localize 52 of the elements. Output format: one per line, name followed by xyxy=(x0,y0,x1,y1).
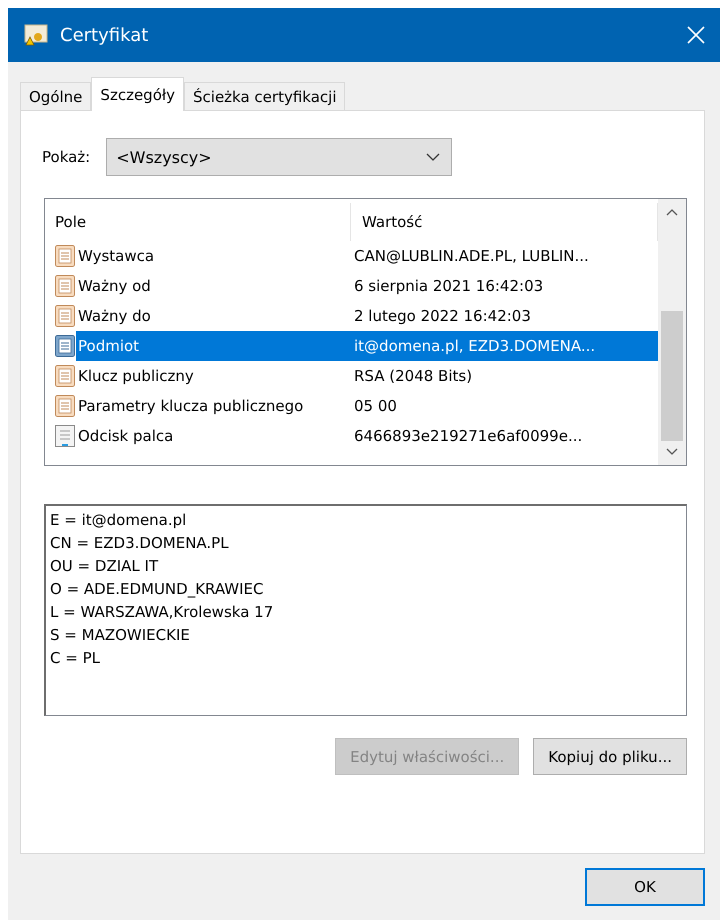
detail-line: L = WARSZAWA,Krolewska 17 xyxy=(50,602,274,623)
chevron-down-icon xyxy=(425,152,442,162)
list-row[interactable]: Odcisk palca 6466893e219271e6af0099e... xyxy=(76,421,658,451)
show-dropdown[interactable]: <Wszyscy> xyxy=(106,138,452,176)
document-list-icon xyxy=(54,424,76,448)
tab[interactable]: Ścieżka certyfikacji xyxy=(184,82,346,110)
field-value: it@domena.pl, EZD3.DOMENA... xyxy=(354,337,596,355)
field-name: Klucz publiczny xyxy=(77,367,195,385)
list-row[interactable]: Wystawca CAN@LUBLIN.ADE.PL, LUBLIN... xyxy=(76,241,658,271)
scrollbar-thumb[interactable] xyxy=(661,311,683,441)
detail-line: S = MAZOWIECKIE xyxy=(50,625,191,646)
field-value: 2 lutego 2022 16:42:03 xyxy=(354,307,531,325)
window-title: Certyfikat xyxy=(60,24,150,46)
field-value: RSA (2048 Bits) xyxy=(354,367,472,385)
field-value: CAN@LUBLIN.ADE.PL, LUBLIN... xyxy=(354,247,589,265)
scroll-down-icon[interactable] xyxy=(665,447,679,457)
field-list-icon xyxy=(54,364,76,388)
list-row[interactable]: Parametry klucza publicznego 05 00 xyxy=(76,391,658,421)
field-name: Wystawca xyxy=(77,247,156,265)
field-value: 6466893e219271e6af0099e... xyxy=(354,427,582,445)
detail-line: CN = EZD3.DOMENA.PL xyxy=(50,533,230,554)
field-list-icon xyxy=(54,244,76,268)
list-row[interactable]: Ważny do 2 lutego 2022 16:42:03 xyxy=(76,301,658,331)
detail-line: E = it@domena.pl xyxy=(50,510,188,531)
field-name: Podmiot xyxy=(77,337,140,355)
field-list-icon xyxy=(54,334,76,358)
field-name: Parametry klucza publicznego xyxy=(77,397,304,415)
field-list-icon xyxy=(54,394,76,418)
scroll-up-icon[interactable] xyxy=(665,207,679,217)
field-name: Ważny do xyxy=(77,307,152,325)
detail-line: C = PL xyxy=(50,648,101,669)
column-header[interactable]: Pole xyxy=(45,203,351,241)
list-row[interactable]: Podmiot it@domena.pl, EZD3.DOMENA... xyxy=(76,331,658,361)
field-value: 05 00 xyxy=(354,397,397,415)
close-icon[interactable] xyxy=(686,25,706,45)
list-row[interactable]: Ważny od 6 sierpnia 2021 16:42:03 xyxy=(76,271,658,301)
tab[interactable]: Szczegóły xyxy=(91,77,184,111)
tab[interactable]: Ogólne xyxy=(20,82,92,110)
field-name: Odcisk palca xyxy=(77,427,174,445)
detail-line: O = ADE.EDMUND_KRAWIEC xyxy=(50,579,264,600)
certificate-icon xyxy=(24,23,48,47)
field-list-icon xyxy=(54,304,76,328)
field-list-icon xyxy=(54,274,76,298)
ok-button[interactable]: OK xyxy=(585,868,705,906)
show-label: Pokaż: xyxy=(42,148,90,166)
scrollbar[interactable] xyxy=(658,199,686,465)
detail-line: OU = DZIAL IT xyxy=(50,556,160,577)
details-text-box[interactable]: E = it@domena.pl CN = EZD3.DOMENA.PL OU = DZIAL IT O = ADE.EDMUND_KRAWIEC L = WARSZAWA,Krolewska 17 S = MAZOWIECKIE C = PL xyxy=(44,504,687,716)
field-name: Ważny od xyxy=(77,277,152,295)
copy-to-file-button[interactable]: Kopiuj do pliku... xyxy=(533,738,687,775)
field-value: 6 sierpnia 2021 16:42:03 xyxy=(354,277,544,295)
list-row[interactable]: Klucz publiczny RSA (2048 Bits) xyxy=(76,361,658,391)
